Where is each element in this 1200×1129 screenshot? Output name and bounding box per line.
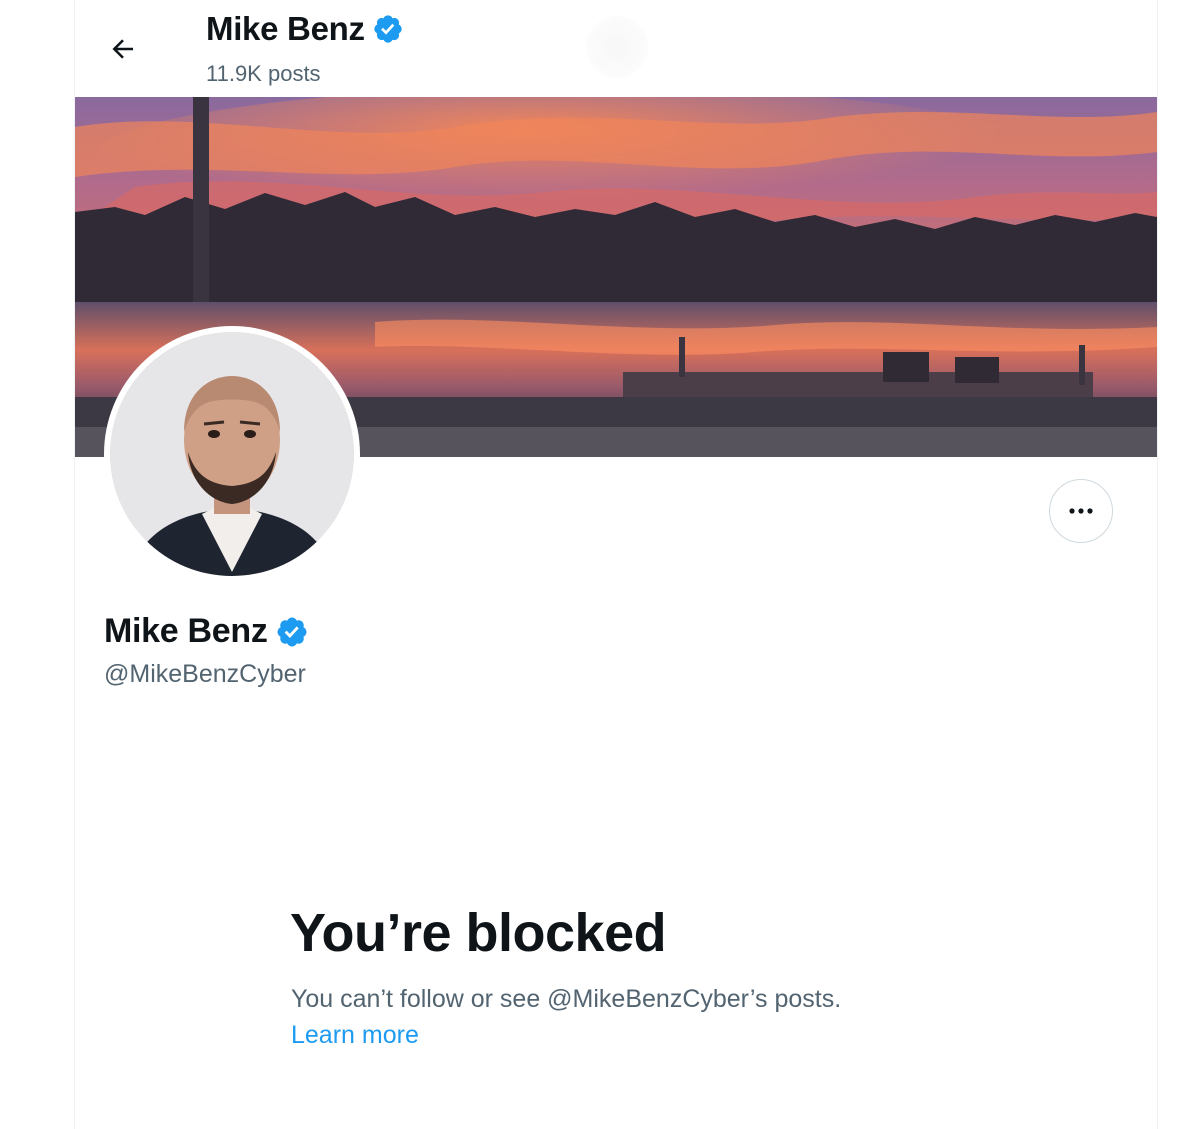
verified-badge-icon xyxy=(374,15,402,43)
posts-count: 11.9K posts xyxy=(206,61,321,86)
loading-indicator xyxy=(586,16,648,78)
ellipsis-icon xyxy=(1068,502,1094,520)
profile-name: Mike Benz xyxy=(104,612,268,650)
avatar-photo xyxy=(110,332,354,576)
header-title-row: Mike Benz xyxy=(206,10,404,48)
blocked-title: You’re blocked xyxy=(290,903,667,963)
back-button[interactable] xyxy=(100,28,146,74)
header-name: Mike Benz xyxy=(206,10,365,47)
verified-badge-icon[interactable] xyxy=(275,615,309,649)
blocked-description: You can’t follow or see @MikeBenzCyber’s… xyxy=(291,985,842,1013)
profile-handle: @MikeBenzCyber xyxy=(104,660,306,688)
arrow-left-icon xyxy=(108,34,138,69)
more-options-button[interactable] xyxy=(1049,479,1113,543)
learn-more-link[interactable]: Learn more xyxy=(291,1021,419,1050)
profile-name-row: Mike Benz xyxy=(104,612,309,651)
profile-avatar[interactable] xyxy=(104,326,360,582)
